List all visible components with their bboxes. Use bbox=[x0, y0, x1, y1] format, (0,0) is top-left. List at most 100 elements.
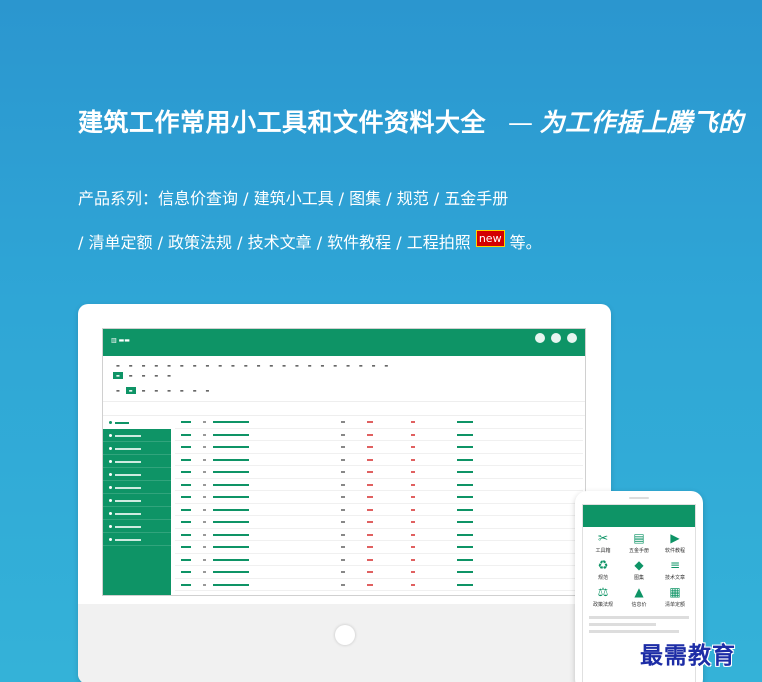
table-cell bbox=[457, 533, 473, 536]
table-cell bbox=[341, 546, 345, 548]
table-cell bbox=[181, 546, 191, 548]
phone-menu-item[interactable]: ▦ 清单定额 bbox=[657, 585, 693, 608]
table-cell bbox=[367, 471, 373, 473]
table-cell bbox=[181, 446, 191, 448]
table-row[interactable] bbox=[175, 516, 583, 529]
sidebar-item[interactable] bbox=[103, 481, 171, 494]
phone-menu-label: 图集 bbox=[633, 575, 644, 581]
table-row[interactable] bbox=[175, 529, 583, 541]
tools-icon: ✂ bbox=[597, 531, 609, 545]
table-cell bbox=[411, 546, 415, 548]
table-row[interactable] bbox=[175, 416, 583, 429]
table-cell bbox=[341, 446, 345, 448]
table-cell bbox=[457, 421, 473, 423]
phone-menu-label: 五金手册 bbox=[628, 548, 649, 554]
profile-icon bbox=[551, 333, 561, 343]
phone-menu-item[interactable]: ≡ 技术文章 bbox=[657, 558, 693, 581]
city-filter-row: ▬ ▬ ▬ ▬ ▬ bbox=[113, 372, 174, 379]
phone-menu-item[interactable]: ◆ 图集 bbox=[621, 558, 657, 581]
table-cell bbox=[203, 533, 206, 536]
table-cell bbox=[181, 533, 191, 536]
law-icon: ⚖ bbox=[597, 585, 609, 599]
sidebar-item[interactable] bbox=[103, 455, 171, 468]
table-cell bbox=[203, 433, 206, 436]
table-cell bbox=[367, 571, 373, 573]
sidebar-item[interactable] bbox=[103, 442, 171, 455]
table-row[interactable] bbox=[175, 466, 583, 479]
table-cell bbox=[411, 508, 415, 511]
phone-news-line bbox=[589, 616, 689, 619]
phone-menu-grid: ✂ 工具箱 ▤ 五金手册 ▶ 软件教程 ♻ 规范 ◆ 图集 ≡ 技术文章 ⚖ 政策法规 ▲ 信息价 ▦ 清单定额 bbox=[583, 527, 695, 612]
user-icon bbox=[535, 333, 545, 343]
table-cell bbox=[213, 471, 249, 473]
phone-menu-item[interactable]: ▤ 五金手册 bbox=[621, 531, 657, 554]
table-cell bbox=[341, 421, 345, 423]
monitor-power-button bbox=[335, 625, 355, 645]
table-row[interactable] bbox=[175, 479, 583, 491]
table-cell bbox=[213, 496, 249, 498]
table-cell bbox=[341, 483, 345, 486]
table-cell bbox=[213, 533, 249, 536]
phone-menu-item[interactable]: ✂ 工具箱 bbox=[585, 531, 621, 554]
table-cell bbox=[203, 458, 206, 461]
sidebar-item[interactable] bbox=[103, 520, 171, 533]
table-cell bbox=[411, 571, 415, 573]
table-cell bbox=[213, 421, 249, 423]
table-cell bbox=[181, 571, 191, 573]
phone-menu-item[interactable]: ♻ 规范 bbox=[585, 558, 621, 581]
table-row[interactable] bbox=[175, 454, 583, 466]
table-cell bbox=[367, 533, 373, 536]
desktop-monitor-mockup: ▥ ▬▬ ▬ ▬ ▬ ▬ ▬ ▬ ▬ ▬ ▬ ▬ ▬ ▬ ▬ ▬ ▬ ▬ ▬ ▬ ▬ ▬ ▬ ▬ ▬ ▬ ▬ ▬ ▬ ▬ ▬ ▬ ▬ ▬ ▬… bbox=[78, 304, 611, 682]
table-row[interactable] bbox=[175, 504, 583, 516]
table-cell bbox=[411, 521, 415, 523]
sidebar-item[interactable] bbox=[103, 416, 171, 429]
list-toolbar bbox=[103, 402, 585, 416]
table-cell bbox=[203, 546, 206, 548]
table-cell bbox=[203, 446, 206, 448]
phone-menu-label: 规范 bbox=[597, 575, 608, 581]
table-cell bbox=[181, 583, 191, 586]
table-cell bbox=[181, 421, 191, 423]
table-cell bbox=[367, 583, 373, 586]
video-icon: ▶ bbox=[670, 531, 680, 545]
table-cell bbox=[367, 558, 373, 561]
sidebar-item[interactable] bbox=[103, 533, 171, 546]
table-row[interactable] bbox=[175, 579, 583, 591]
table-cell bbox=[213, 446, 249, 448]
sidebar-item[interactable] bbox=[103, 468, 171, 481]
sidebar-item[interactable] bbox=[103, 429, 171, 442]
phone-app-header bbox=[583, 505, 695, 527]
table-cell bbox=[213, 458, 249, 461]
standard-icon: ♻ bbox=[597, 558, 609, 572]
table-cell bbox=[213, 571, 249, 573]
table-cell bbox=[181, 521, 191, 523]
table-row[interactable] bbox=[175, 554, 583, 566]
table-cell bbox=[341, 433, 345, 436]
phone-menu-item[interactable]: ▶ 软件教程 bbox=[657, 531, 693, 554]
table-cell bbox=[203, 496, 206, 498]
chart-icon: ▲ bbox=[634, 585, 644, 599]
table-cell bbox=[213, 558, 249, 561]
table-cell bbox=[213, 483, 249, 486]
product-series-line-1: 产品系列：信息价查询 / 建筑小工具 / 图集 / 规范 / 五金手册 bbox=[78, 189, 509, 208]
year-filter-row: ▬ ▬ ▬ ▬ ▬ ▬ ▬ ▬ bbox=[116, 387, 210, 394]
table-row[interactable] bbox=[175, 441, 583, 454]
table-row[interactable] bbox=[175, 429, 583, 441]
app-header-bar: ▥ ▬▬ bbox=[103, 329, 585, 356]
table-cell bbox=[457, 471, 473, 473]
headline-title: 建筑工作常用小工具和文件资料大全 bbox=[78, 108, 487, 137]
sidebar-item[interactable] bbox=[103, 494, 171, 507]
table-row[interactable] bbox=[175, 566, 583, 579]
app-logo: ▥ ▬▬ bbox=[111, 337, 130, 344]
sidebar-item[interactable] bbox=[103, 507, 171, 520]
phone-menu-item[interactable]: ⚖ 政策法规 bbox=[585, 585, 621, 608]
product-series-line-2-text: / 清单定额 / 政策法规 / 技术文章 / 软件教程 / 工程拍照 bbox=[78, 233, 471, 252]
table-cell bbox=[213, 433, 249, 436]
table-row[interactable] bbox=[175, 541, 583, 554]
table-cell bbox=[367, 508, 373, 511]
table-cell bbox=[457, 558, 473, 561]
table-cell bbox=[203, 471, 206, 473]
table-cell bbox=[457, 446, 473, 448]
phone-menu-item[interactable]: ▲ 信息价 bbox=[621, 585, 657, 608]
table-row[interactable] bbox=[175, 491, 583, 504]
